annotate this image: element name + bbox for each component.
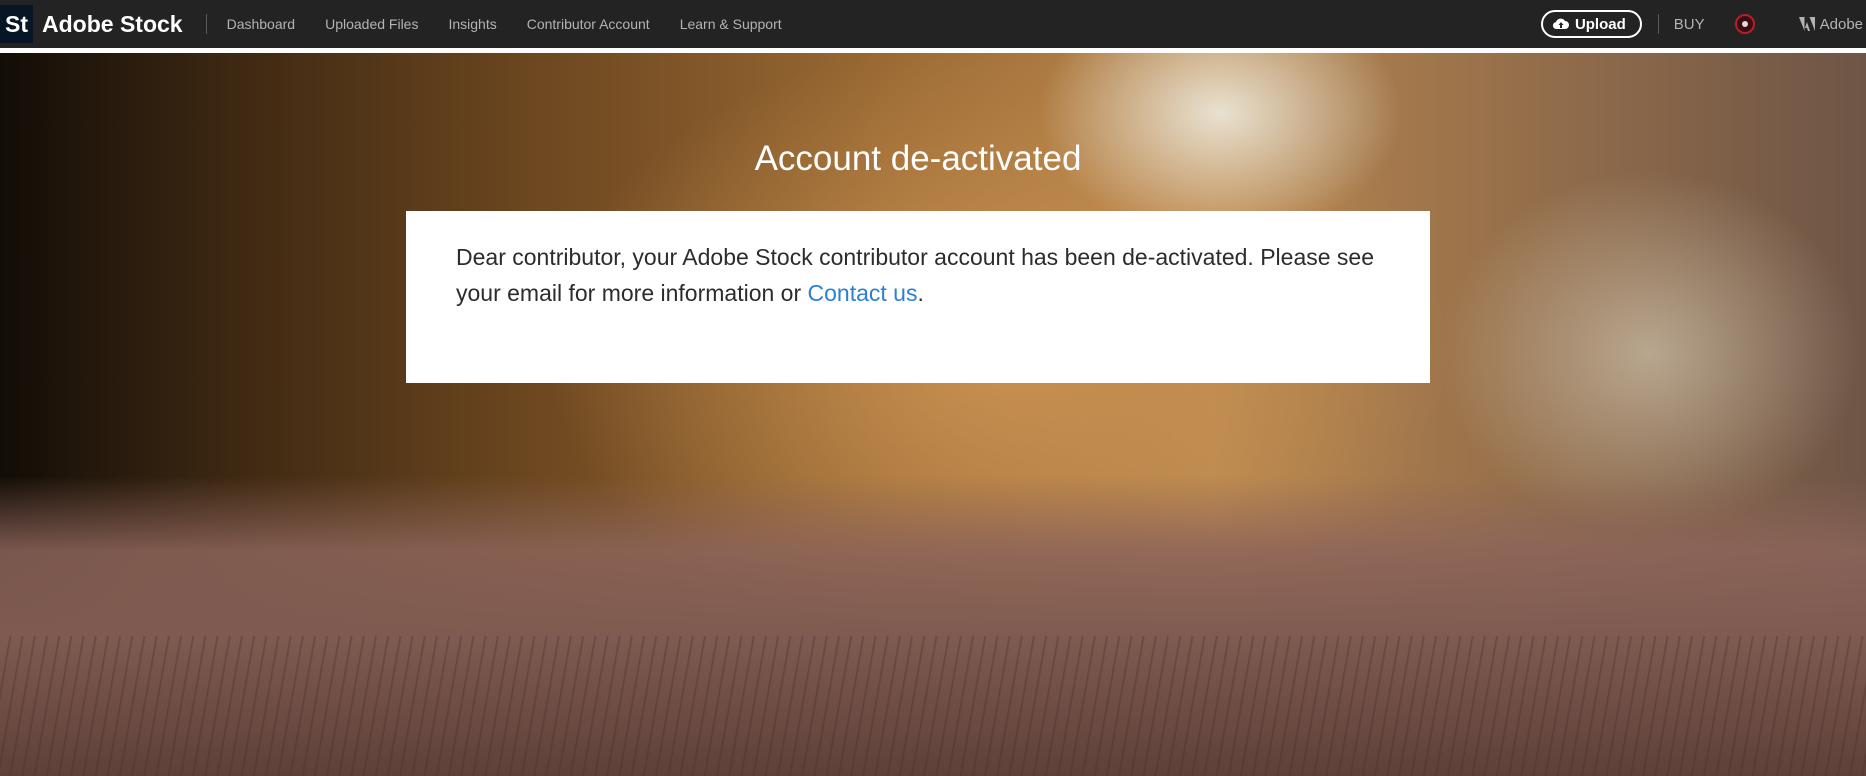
contact-us-link[interactable]: Contact us — [808, 280, 918, 306]
hero-background: Account de-activated Dear contributor, y… — [0, 53, 1866, 776]
header-divider-right — [1657, 14, 1659, 34]
buy-link[interactable]: BUY — [1674, 16, 1705, 33]
adobe-link[interactable]: Adobe — [1798, 15, 1863, 33]
brand-name[interactable]: Adobe Stock — [42, 11, 183, 38]
adobe-logo-icon — [1798, 17, 1815, 31]
nav-uploaded-files[interactable]: Uploaded Files — [325, 16, 418, 32]
top-navigation-bar: St Adobe Stock Dashboard Uploaded Files … — [0, 0, 1866, 48]
main-nav: Dashboard Uploaded Files Insights Contri… — [227, 16, 812, 32]
adobe-label: Adobe — [1819, 15, 1863, 33]
user-avatar-icon[interactable] — [1734, 14, 1755, 34]
lavender-stalks — [0, 636, 1866, 776]
page-title: Account de-activated — [754, 139, 1082, 178]
nav-learn-support[interactable]: Learn & Support — [680, 16, 782, 32]
deactivation-message: Dear contributor, your Adobe Stock contr… — [456, 239, 1380, 311]
nav-dashboard[interactable]: Dashboard — [227, 16, 296, 32]
message-end: . — [917, 280, 924, 306]
header-divider — [205, 14, 207, 34]
nav-contributor-account[interactable]: Contributor Account — [527, 16, 650, 32]
message-card: Dear contributor, your Adobe Stock contr… — [406, 211, 1430, 383]
header-right-group: Upload BUY Adobe — [1540, 0, 1866, 48]
upload-button-label: Upload — [1574, 15, 1626, 33]
cloud-upload-icon — [1552, 18, 1569, 30]
upload-button[interactable]: Upload — [1540, 10, 1642, 38]
nav-insights[interactable]: Insights — [448, 16, 496, 32]
stock-logo-icon[interactable]: St — [0, 5, 33, 43]
